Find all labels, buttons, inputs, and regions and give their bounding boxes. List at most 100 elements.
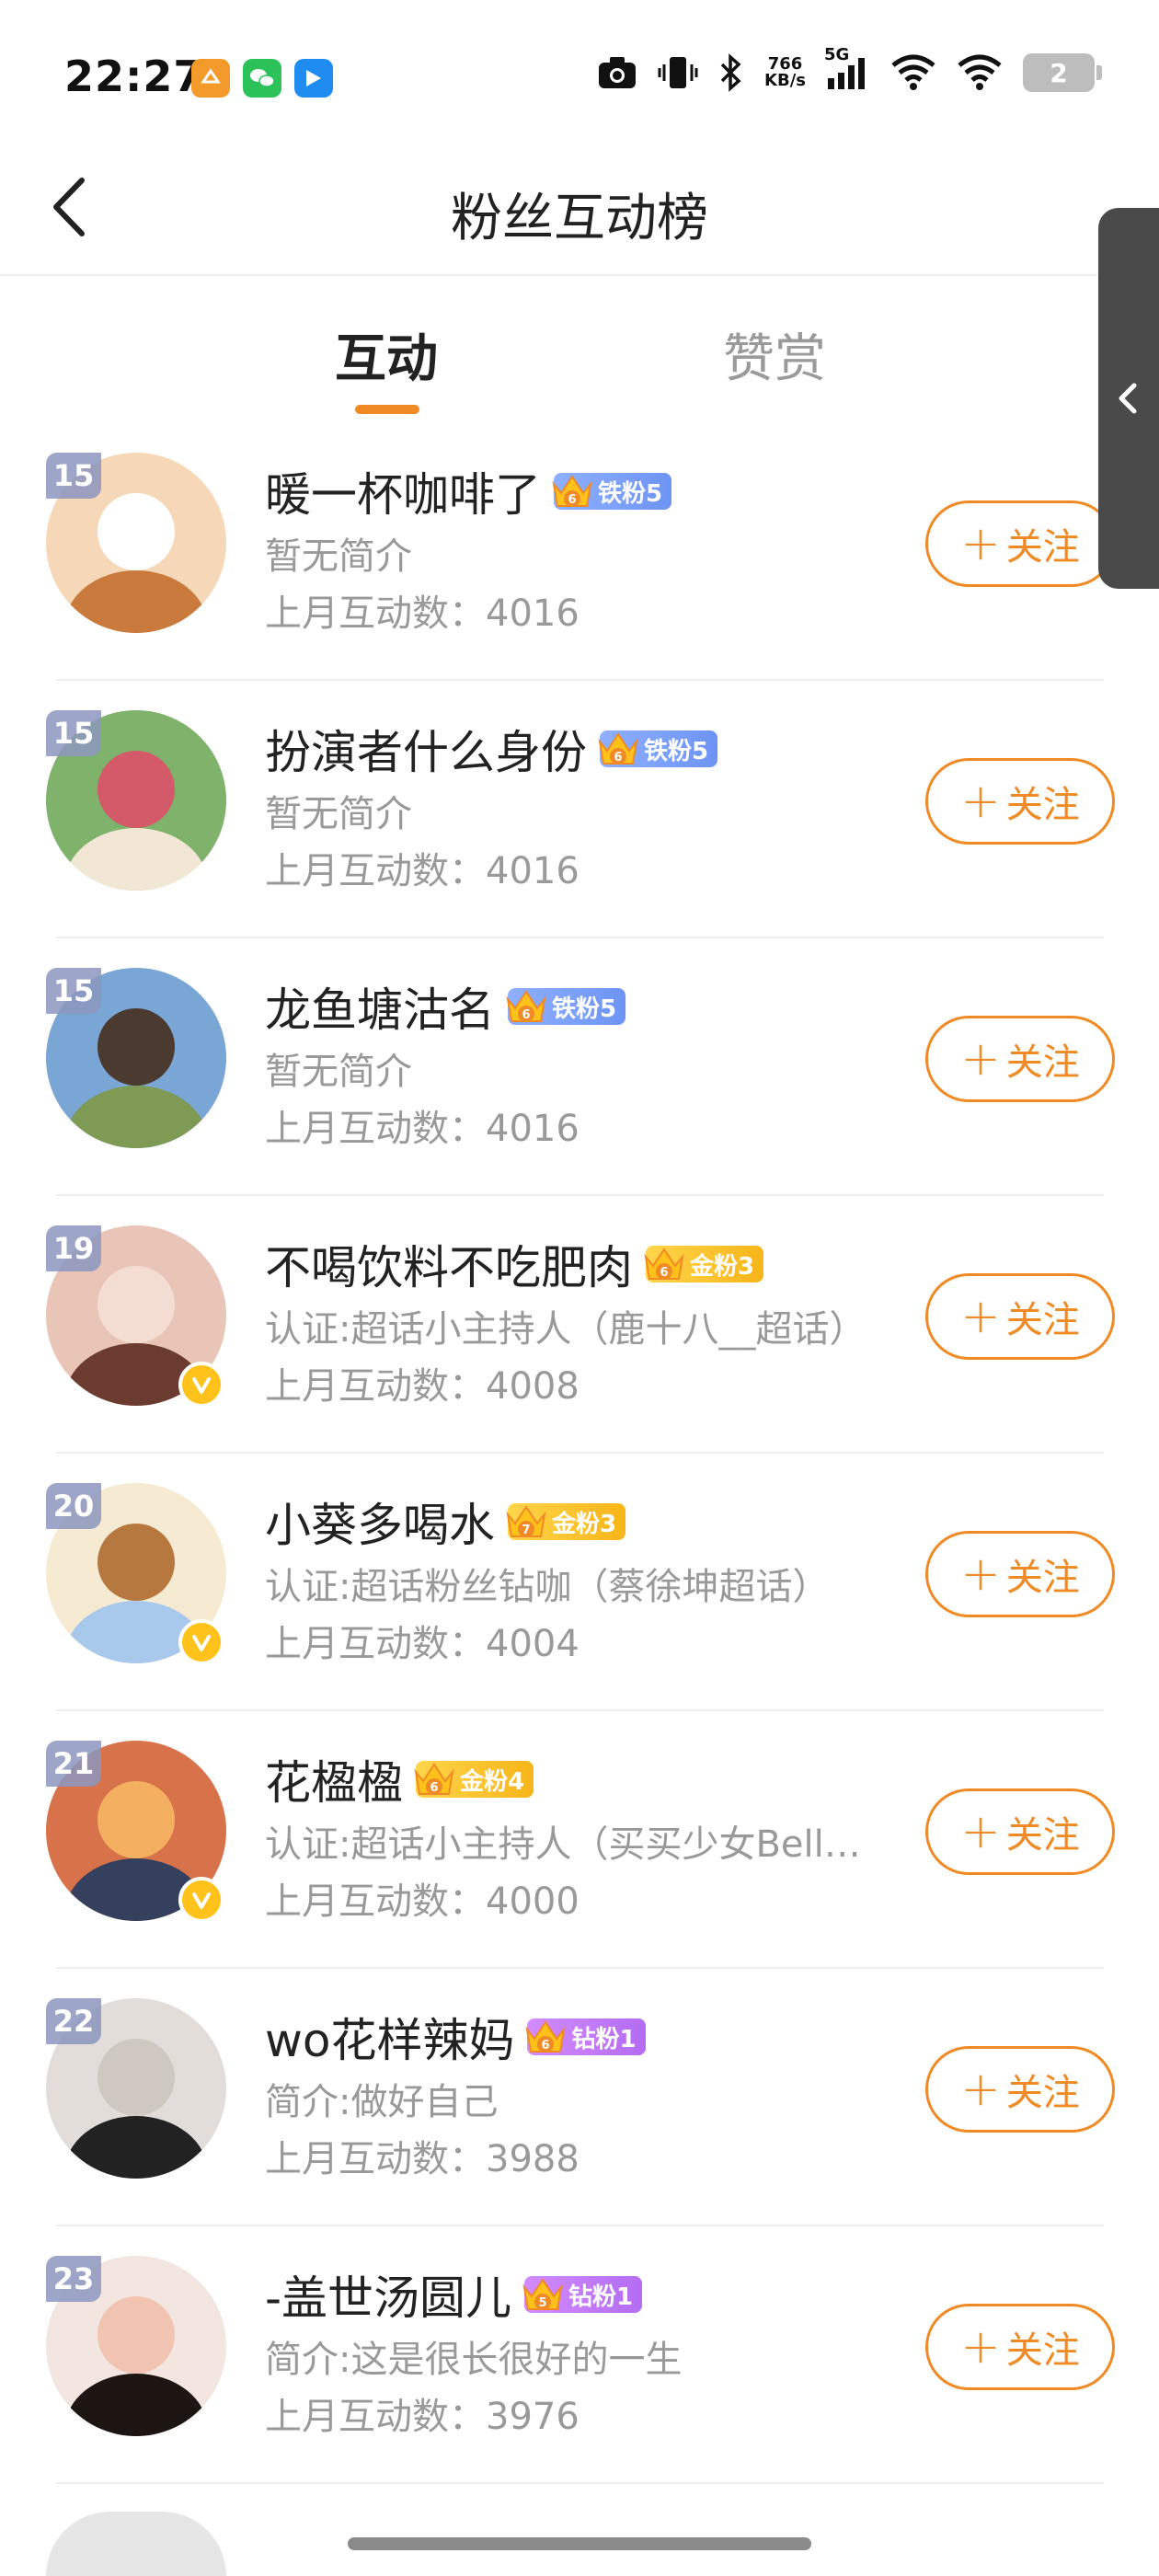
crown-level: 7 (522, 1524, 530, 1537)
user-bio: 暂无简介 (265, 793, 412, 835)
home-indicator[interactable] (348, 2537, 811, 2550)
username[interactable]: wo花样辣妈 (265, 2004, 514, 2070)
user-bio: 认证:超话小主持人（鹿十八__超话） (265, 1308, 866, 1351)
follow-label: 关注 (1005, 1041, 1080, 1084)
rank-badge: 21 (46, 1741, 101, 1787)
rank-badge: 15 (46, 453, 101, 499)
net-speed-unit: KB/s (764, 71, 806, 90)
follow-label: 关注 (1005, 2072, 1080, 2114)
tab-bar: 互动 赞赏 (0, 276, 1159, 414)
fan-list-item[interactable]: 15 龙鱼塘沽名 6 铁粉5 暂无简介 上月互动数：4016 + 关注 (0, 938, 1159, 1196)
page-title: 粉丝互动榜 (451, 189, 708, 248)
fan-level-badge: 7 金粉3 (506, 1503, 626, 1540)
plus-icon: + (960, 1804, 1001, 1859)
interaction-count: 上月互动数：4000 (265, 1880, 580, 1923)
follow-button[interactable]: + 关注 (925, 500, 1115, 587)
crown-level: 6 (660, 1266, 668, 1280)
user-bio: 简介:做好自己 (265, 2081, 499, 2123)
fan-list-item[interactable]: 19 不喝饮料不吃肥肉 6 金粉3 认证:超话小主持人（鹿十八__超话） 上月互… (0, 1196, 1159, 1454)
wifi-icon-2 (957, 54, 1003, 91)
badge-label: 铁粉5 (644, 737, 709, 765)
follow-button[interactable]: + 关注 (925, 758, 1115, 845)
follow-label: 关注 (1005, 1557, 1080, 1599)
username[interactable]: 花楹楹 (265, 1746, 403, 1812)
follow-button[interactable]: + 关注 (925, 2304, 1115, 2390)
user-bio: 暂无简介 (265, 1051, 412, 1093)
follow-label: 关注 (1005, 1814, 1080, 1857)
crown-icon: 6 (506, 990, 546, 1022)
status-right: 766 KB/s 5G 2 (597, 45, 1102, 92)
fan-list-item[interactable]: 20 小葵多喝水 7 金粉3 认证:超话粉丝钻咖（蔡徐坤超话） 上月互动数：40… (0, 1454, 1159, 1711)
fan-list-item[interactable]: 15 暖一杯咖啡了 6 铁粉5 暂无简介 上月互动数：4016 + 关注 (0, 423, 1159, 681)
user-bio: 认证:超话粉丝钻咖（蔡徐坤超话） (265, 1566, 830, 1608)
rank-badge: 20 (46, 1483, 101, 1529)
verified-icon (178, 1877, 224, 1923)
crown-icon: 5 (522, 2278, 563, 2310)
username[interactable]: -盖世汤圆儿 (265, 2261, 511, 2328)
signal-icon: 5G (824, 45, 870, 91)
plus-icon: + (960, 1547, 1001, 1602)
follow-button[interactable]: + 关注 (925, 2046, 1115, 2133)
badge-label: 金粉3 (552, 1510, 617, 1538)
name-line: 小葵多喝水 7 金粉3 (265, 1489, 626, 1555)
wifi-icon (890, 54, 936, 91)
follow-button[interactable]: + 关注 (925, 1016, 1115, 1102)
badge-label: 金粉3 (690, 1252, 755, 1281)
crown-level: 6 (522, 1008, 530, 1022)
feishu-icon (294, 59, 333, 98)
vibrate-icon (658, 53, 698, 92)
verified-icon (178, 1619, 224, 1665)
side-drawer-handle[interactable] (1098, 208, 1159, 589)
interaction-count: 上月互动数：4016 (265, 850, 580, 892)
follow-button[interactable]: + 关注 (925, 1531, 1115, 1617)
rank-badge: 15 (46, 710, 101, 756)
fan-list-item[interactable]: 15 扮演者什么身份 6 铁粉5 暂无简介 上月互动数：4016 + 关注 (0, 681, 1159, 938)
fan-level-badge: 6 金粉3 (644, 1246, 764, 1282)
crown-level: 6 (568, 493, 576, 507)
crown-icon: 6 (552, 475, 592, 507)
network-type: 5G (824, 45, 850, 64)
fan-list-item[interactable]: 22 wo花样辣妈 6 钻粉1 简介:做好自己 上月互动数：3988 + 关注 (0, 1969, 1159, 2226)
fan-level-badge: 5 钻粉1 (522, 2276, 643, 2313)
follow-label: 关注 (1005, 1299, 1080, 1341)
username[interactable]: 不喝饮料不吃肥肉 (265, 1231, 633, 1297)
username[interactable]: 龙鱼塘沽名 (265, 973, 495, 1040)
follow-label: 关注 (1005, 2329, 1080, 2372)
name-line: 花楹楹 6 金粉4 (265, 1746, 534, 1812)
notification-icons (191, 59, 333, 98)
name-line: -盖世汤圆儿 5 钻粉1 (265, 2261, 643, 2328)
crown-icon: 6 (414, 1763, 454, 1795)
follow-button[interactable]: + 关注 (925, 1273, 1115, 1360)
badge-label: 铁粉5 (552, 995, 617, 1023)
bluetooth-icon (718, 53, 744, 92)
rank-badge: 22 (46, 1998, 101, 2044)
status-time: 22:27 (64, 52, 204, 101)
crown-icon: 6 (525, 2020, 567, 2053)
tab-interaction[interactable]: 互动 (335, 317, 438, 392)
interaction-count: 上月互动数：4016 (265, 1108, 580, 1150)
fan-level-badge: 6 铁粉5 (552, 473, 672, 510)
plus-icon: + (960, 2319, 1001, 2375)
follow-label: 关注 (1005, 784, 1080, 826)
interaction-count: 上月互动数：4004 (265, 1623, 580, 1665)
battery-icon: 2 (1023, 53, 1102, 92)
interaction-count: 上月互动数：3976 (265, 2396, 580, 2438)
crown-level: 6 (542, 2039, 550, 2053)
username[interactable]: 扮演者什么身份 (265, 716, 587, 782)
fan-level-badge: 6 铁粉5 (598, 730, 718, 767)
net-speed: 766 KB/s (764, 56, 806, 89)
crown-level: 6 (430, 1781, 438, 1795)
fan-list-item[interactable]: 21 花楹楹 6 金粉4 认证:超话小主持人（买买少女Bell超话） 上月互动数… (0, 1711, 1159, 1969)
name-line: 不喝饮料不吃肥肉 6 金粉3 (265, 1231, 764, 1297)
battery-level: 2 (1050, 57, 1068, 88)
user-bio: 暂无简介 (265, 535, 412, 578)
plus-icon: + (960, 2062, 1001, 2117)
plus-icon: + (960, 774, 1001, 829)
crown-icon: 6 (598, 732, 638, 765)
username[interactable]: 暖一杯咖啡了 (265, 458, 541, 524)
tab-appreciation[interactable]: 赞赏 (723, 317, 826, 392)
plus-icon: + (960, 1289, 1001, 1344)
username[interactable]: 小葵多喝水 (265, 1489, 495, 1555)
follow-button[interactable]: + 关注 (925, 1788, 1115, 1875)
fan-list-item[interactable]: 23 -盖世汤圆儿 5 钻粉1 简介:这是很长很好的一生 上月互动数：3976 … (0, 2226, 1159, 2484)
